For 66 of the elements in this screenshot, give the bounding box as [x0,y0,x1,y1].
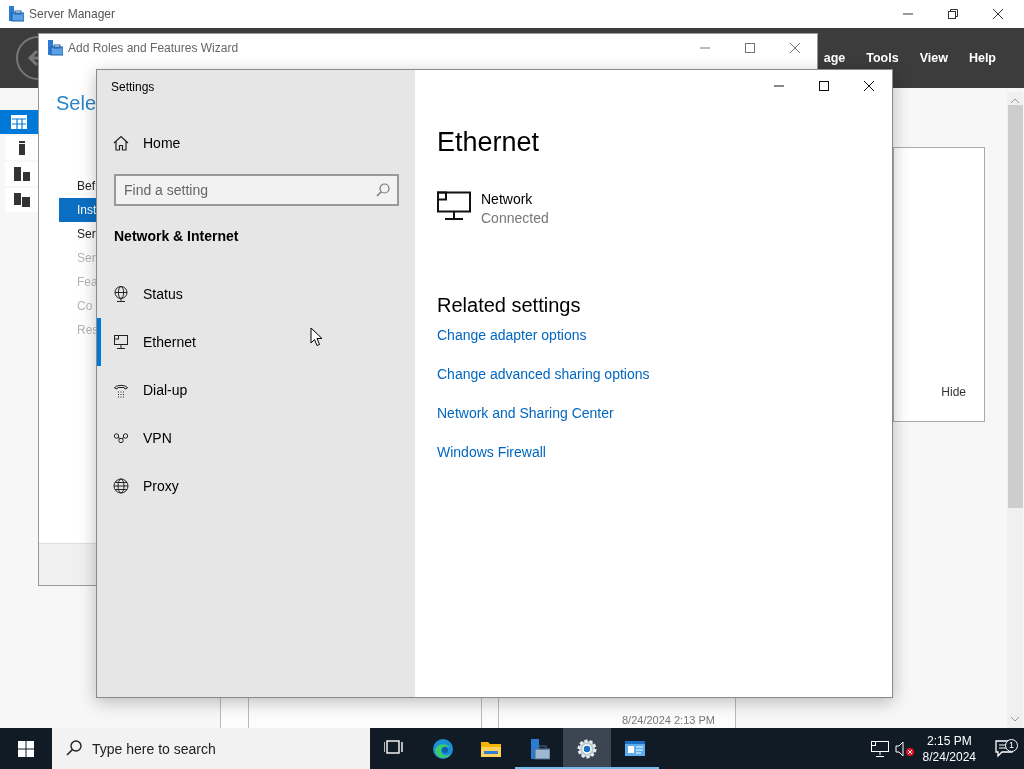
nav-item[interactable]: Dial-up [97,366,415,414]
server-manager-logo-icon [8,6,24,22]
gear-icon [576,737,598,760]
notifications-button[interactable]: 1 [984,739,1024,758]
server-manager-icon [528,737,550,760]
browser-icon [432,737,454,760]
close-icon [863,81,874,91]
menu-item[interactable]: View [919,48,948,68]
section-heading: Network & Internet [114,228,239,244]
search-icon [66,740,82,756]
maximize-icon [818,81,829,91]
restore-icon [947,9,958,19]
page-heading: Sele [56,91,97,116]
sidebar-item[interactable] [5,136,38,160]
computer-icon [113,334,129,350]
maximize-icon [744,42,755,53]
cursor-icon [310,327,323,347]
globe-icon [113,286,129,302]
network-name: Network [481,190,534,209]
wizard-step[interactable]: Inst [59,198,99,222]
dashboard-icon [11,115,27,129]
link-icon [113,430,129,446]
sidebar-item[interactable] [5,188,38,212]
close-icon [789,42,800,53]
window-title: Settings [110,79,156,96]
menu-item[interactable]: Tools [866,48,899,68]
hide-button[interactable]: Hide [941,383,966,401]
notification-count: 1 [1005,738,1018,752]
home-nav-item[interactable]: Home [97,126,415,160]
servers-icon [13,167,30,181]
clock-time[interactable]: 2:15 PM [922,732,976,749]
search-icon [376,183,390,197]
taskbar-app[interactable] [563,728,611,769]
timestamp: 8/24/2024 2:13 PM [622,714,715,727]
search-field[interactable]: Find a setting [114,174,399,206]
message-icon [995,739,1013,758]
computer-icon [437,191,471,221]
window-title: Server Manager [29,6,117,23]
globe-icon [113,478,129,494]
windows-logo-icon [18,740,34,757]
connection-status: Connected [481,209,549,228]
settings-link[interactable]: Change advanced sharing options [437,364,650,384]
network-icon[interactable] [870,740,889,757]
menu-item[interactable]: Help [968,48,996,68]
sidebar-item[interactable] [5,162,38,186]
settings-link[interactable]: Change adapter options [437,325,587,345]
home-icon [113,135,129,151]
nav-item[interactable]: Proxy [97,462,415,510]
search-field[interactable]: Type here to search [52,728,370,769]
window-title: Add Roles and Features Wizard [68,39,240,57]
wizard-step[interactable]: Ser [59,222,99,246]
back-button-icon[interactable] [15,35,38,81]
wizard-step[interactable]: Bef [59,174,99,198]
phone-icon [113,382,129,398]
nav-item[interactable]: Status [97,270,415,318]
settings-link[interactable]: Windows Firewall [437,442,546,462]
section-heading: Related settings [437,293,581,318]
page-title: Ethernet [437,126,540,159]
close-icon [992,9,1003,19]
clock-date[interactable]: 8/24/2024 [922,748,976,765]
settings-link[interactable]: Network and Sharing Center [437,403,614,423]
wizard-logo-icon [47,39,63,56]
nav-item[interactable]: VPN [97,414,415,462]
volume-muted-icon[interactable] [894,740,915,757]
menu-item[interactable]: age [823,48,846,68]
file-services-icon [13,193,30,207]
